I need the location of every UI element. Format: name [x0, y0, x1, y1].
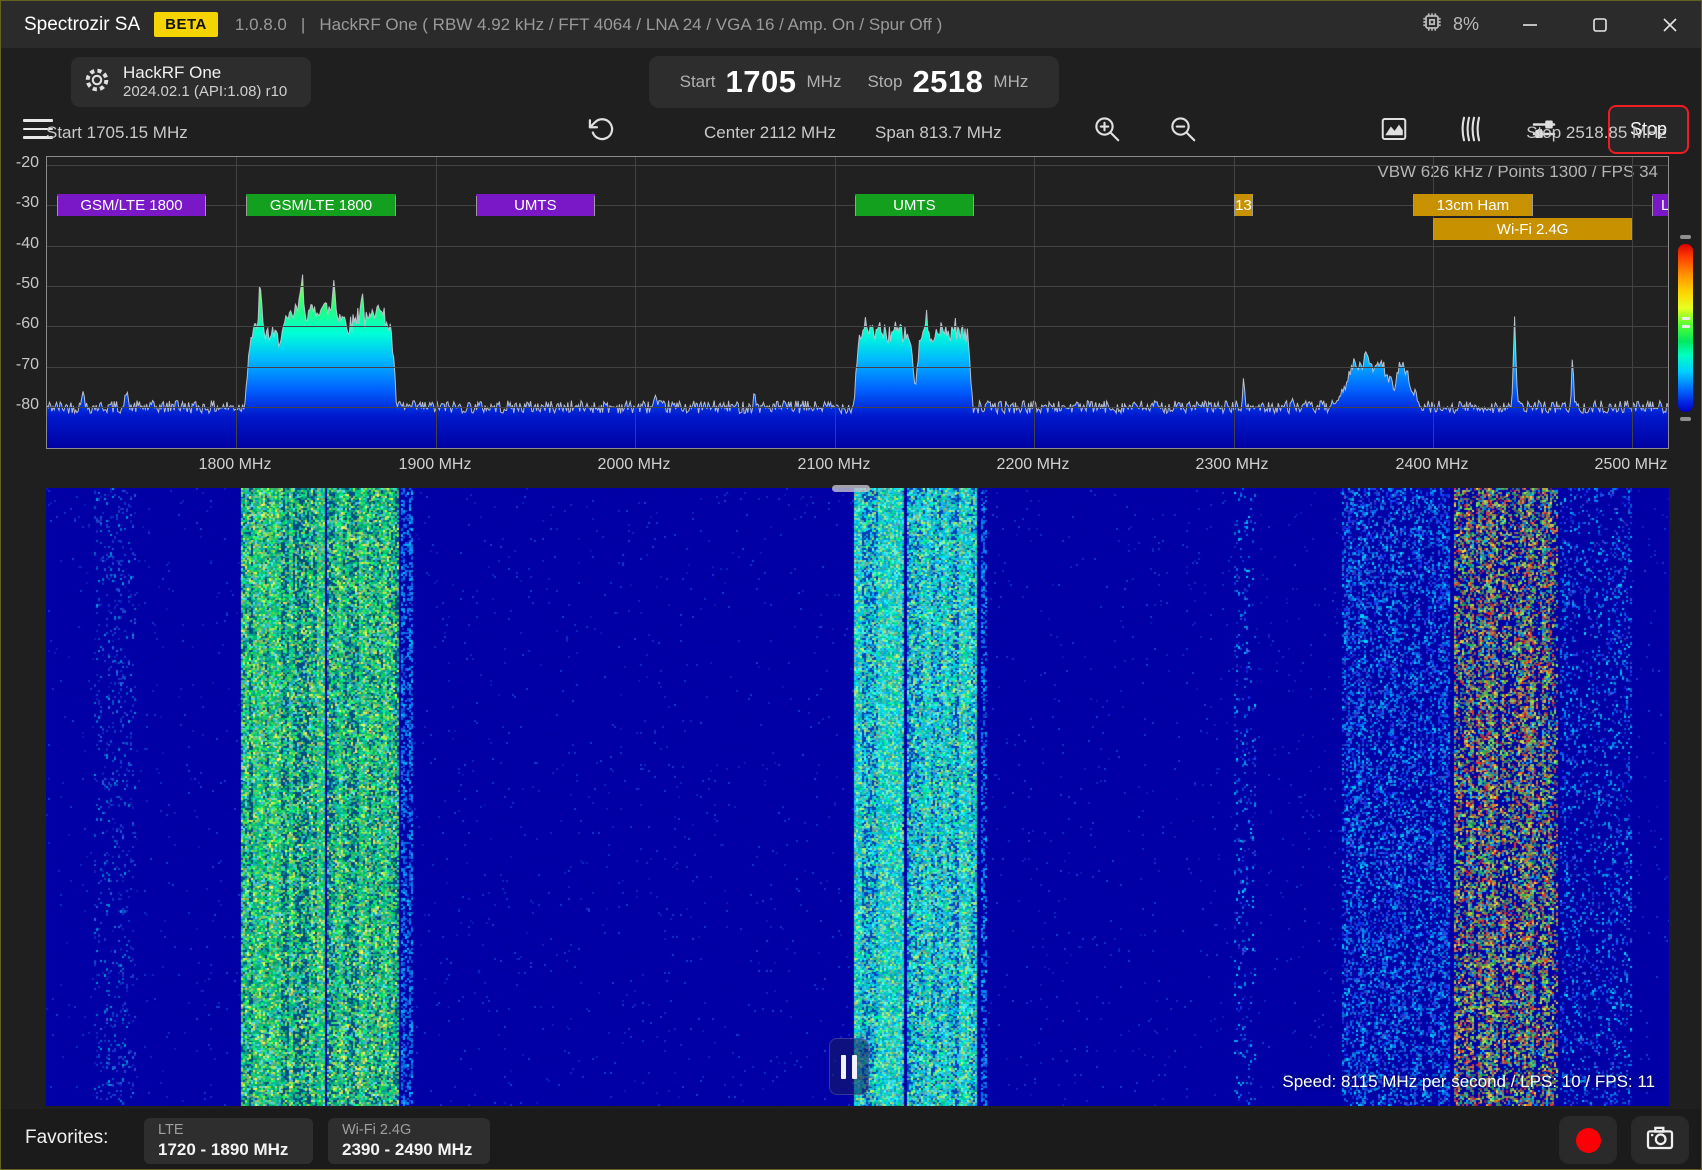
gear-icon: [83, 66, 111, 99]
favorite-name: LTE: [158, 1122, 299, 1139]
x-axis-labels: 1800 MHz 1900 MHz 2000 MHz 2100 MHz 2200 MHz…: [1, 456, 1701, 482]
colorbar-marker: [1682, 317, 1690, 320]
gridline-vertical: [1034, 157, 1035, 448]
waterfall-canvas: [46, 488, 1669, 1106]
waterfall-display: Speed: 8115 MHz per second / LPS: 10 / F…: [46, 488, 1669, 1106]
toolbar: HackRF One 2024.02.1 (API:1.08) r10 Star…: [1, 48, 1701, 116]
band-badge: 13: [1234, 194, 1254, 216]
x-axis-tick-label: 2100 MHz: [798, 456, 871, 474]
colorbar-marker: [1682, 325, 1690, 328]
app-version: 1.0.8.0: [235, 15, 287, 35]
device-summary: HackRF One ( RBW 4.92 kHz / FFT 4064 / L…: [319, 15, 942, 35]
maximize-button[interactable]: [1577, 1, 1623, 48]
band-badge: Wi-Fi 2.4G: [1433, 218, 1633, 240]
favorite-name: Wi-Fi 2.4G: [342, 1122, 476, 1139]
gridline-horizontal: [47, 407, 1668, 408]
pause-icon: [841, 1055, 846, 1079]
band-badge: 13cm Ham: [1413, 194, 1533, 216]
favorite-lte-button[interactable]: LTE 1720 - 1890 MHz: [144, 1118, 313, 1164]
stop-freq-label: Stop: [867, 72, 902, 92]
gridline-vertical: [436, 157, 437, 448]
start-freq-label: Start: [680, 72, 716, 92]
x-axis-tick-label: 2300 MHz: [1196, 456, 1269, 474]
app-window: Spectrozir SA BETA 1.0.8.0 | HackRF One …: [0, 0, 1702, 1170]
cpu-usage-value: 8%: [1453, 14, 1479, 35]
beta-badge: BETA: [154, 12, 218, 37]
frequency-range-box[interactable]: Start 1705 MHz Stop 2518 MHz: [649, 56, 1059, 108]
spectrum-plot: VBW 626 kHz / Points 1300 / FPS 34 GSM/L…: [46, 156, 1669, 449]
band-badge: GSM/LTE 1800: [57, 194, 207, 216]
y-axis-tick-label: -30: [1, 194, 39, 212]
gridline-horizontal: [47, 286, 1668, 287]
favorites-bar: Favorites: LTE 1720 - 1890 MHz Wi-Fi 2.4…: [1, 1109, 1701, 1170]
favorite-wifi-button[interactable]: Wi-Fi 2.4G 2390 - 2490 MHz: [328, 1118, 490, 1164]
x-axis-tick-label: 1900 MHz: [399, 456, 472, 474]
colorbar-top-handle[interactable]: [1680, 235, 1691, 239]
device-button[interactable]: HackRF One 2024.02.1 (API:1.08) r10: [71, 57, 311, 107]
favorites-label: Favorites:: [25, 1127, 108, 1149]
close-button[interactable]: [1647, 1, 1693, 48]
y-axis-tick-label: -60: [1, 315, 39, 333]
gridline-vertical: [1632, 157, 1633, 448]
frequency-status-row: Start 1705.15 MHz Center 2112 MHz Span 8…: [1, 116, 1701, 151]
gridline-vertical: [236, 157, 237, 448]
gridline-horizontal: [47, 367, 1668, 368]
y-axis-tick-label: -40: [1, 235, 39, 253]
waterfall-speed-text: Speed: 8115 MHz per second / LPS: 10 / F…: [1282, 1072, 1655, 1092]
device-name: HackRF One: [123, 62, 287, 83]
band-badge: LT: [1652, 194, 1669, 216]
y-axis-tick-label: -50: [1, 275, 39, 293]
x-axis-tick-label: 2400 MHz: [1396, 456, 1469, 474]
band-badge: GSM/LTE 1800: [246, 194, 396, 216]
titlebar-divider: |: [301, 15, 305, 35]
status-start: Start 1705.15 MHz: [46, 123, 188, 143]
pause-icon: [852, 1055, 857, 1079]
favorite-range: 1720 - 1890 MHz: [158, 1140, 299, 1160]
split-drag-handle[interactable]: [832, 485, 870, 492]
screenshot-button[interactable]: [1631, 1116, 1689, 1164]
x-axis-tick-label: 1800 MHz: [199, 456, 272, 474]
stop-freq-unit: MHz: [993, 72, 1028, 92]
y-axis-tick-label: -20: [1, 154, 39, 172]
y-axis-tick-label: -70: [1, 356, 39, 374]
gridline-horizontal: [47, 165, 1668, 166]
status-span: Span 813.7 MHz: [875, 123, 1002, 143]
record-icon: [1576, 1128, 1601, 1153]
minimize-button[interactable]: [1507, 1, 1553, 48]
start-freq-unit: MHz: [807, 72, 842, 92]
app-title: Spectrozir SA: [24, 14, 140, 36]
y-axis-tick-label: -80: [1, 396, 39, 414]
record-button[interactable]: [1559, 1116, 1617, 1164]
band-badge: UMTS: [855, 194, 975, 216]
pause-button[interactable]: [829, 1038, 869, 1095]
gridline-horizontal: [47, 326, 1668, 327]
cpu-usage-indicator: 8%: [1419, 9, 1479, 40]
gridline-vertical: [635, 157, 636, 448]
x-axis-tick-label: 2500 MHz: [1595, 456, 1668, 474]
status-center: Center 2112 MHz: [704, 123, 836, 143]
stop-freq-value[interactable]: 2518: [912, 64, 983, 100]
gridline-vertical: [835, 157, 836, 448]
favorite-range: 2390 - 2490 MHz: [342, 1140, 476, 1160]
device-firmware: 2024.02.1 (API:1.08) r10: [123, 83, 287, 102]
cpu-icon: [1419, 9, 1445, 40]
x-axis-tick-label: 2000 MHz: [598, 456, 671, 474]
status-stop: Stop 2518.85 MHz: [1526, 123, 1667, 143]
x-axis-tick-label: 2200 MHz: [997, 456, 1070, 474]
gridline-horizontal: [47, 246, 1668, 247]
band-badge: UMTS: [476, 194, 596, 216]
amplitude-colorbar[interactable]: [1678, 244, 1693, 412]
colorbar-bottom-handle[interactable]: [1680, 417, 1691, 421]
titlebar: Spectrozir SA BETA 1.0.8.0 | HackRF One …: [1, 1, 1701, 48]
start-freq-value[interactable]: 1705: [726, 64, 797, 100]
camera-icon: [1644, 1122, 1676, 1159]
